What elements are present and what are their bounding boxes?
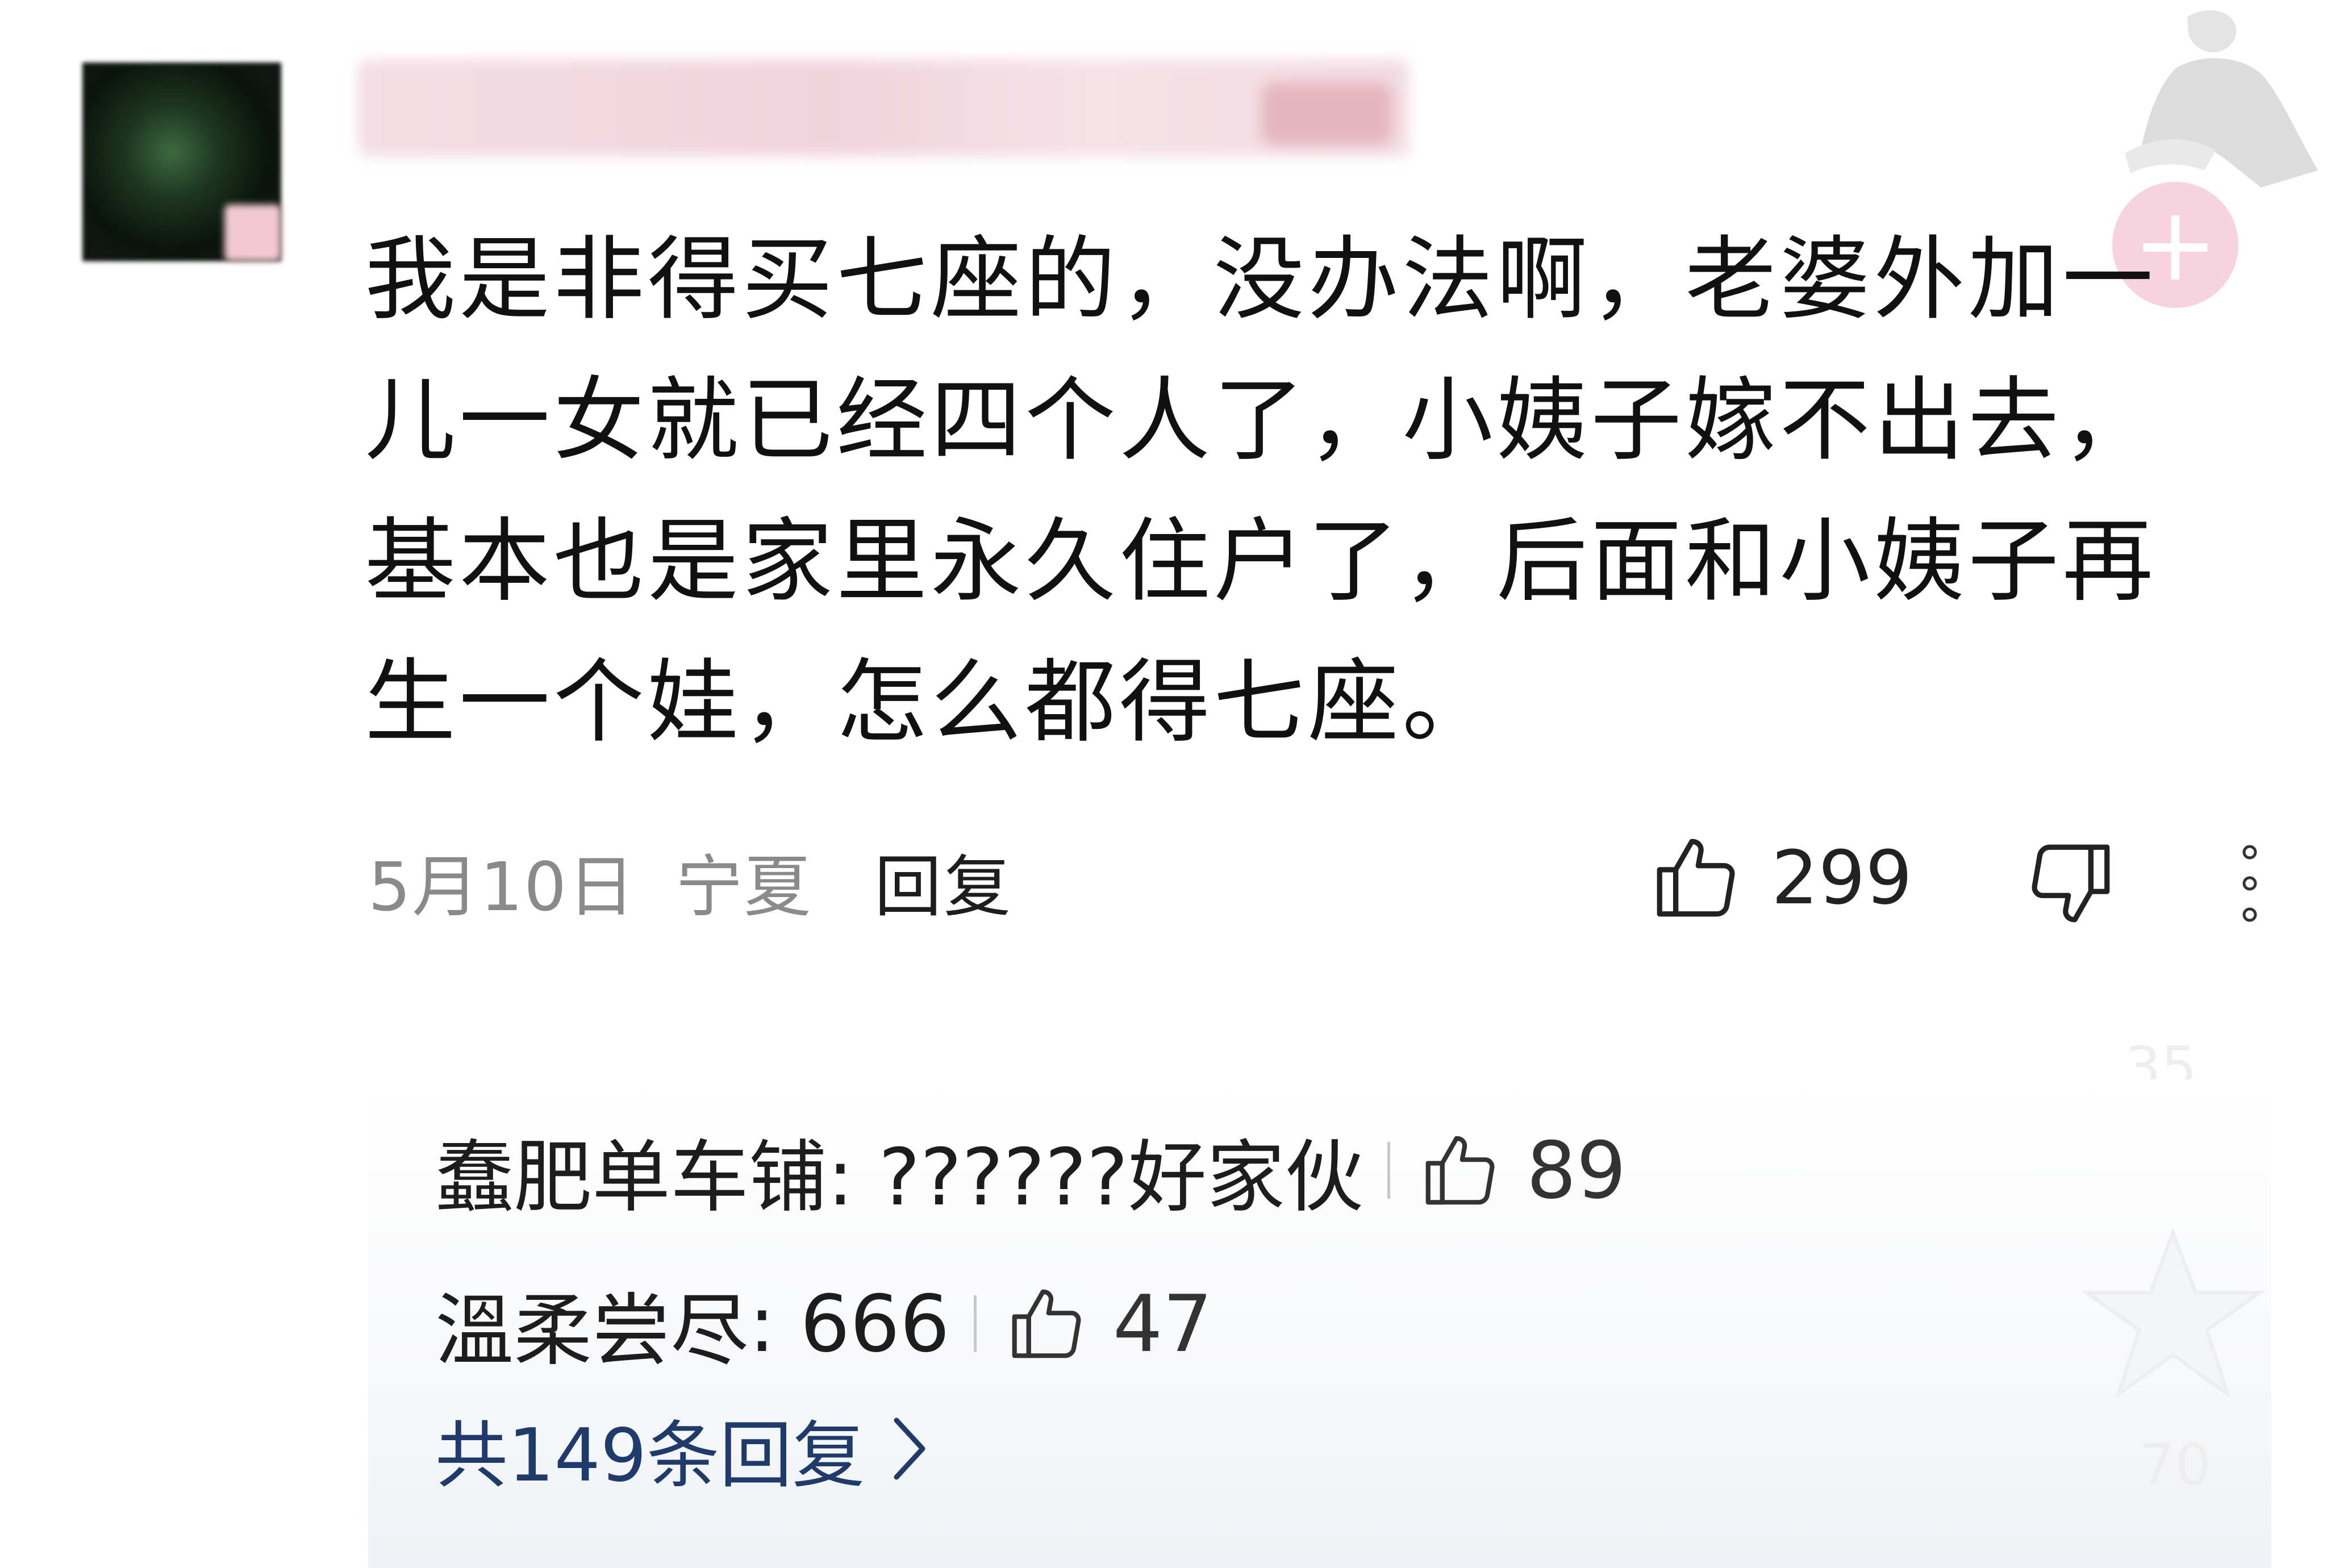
total-replies-label: 共149条回复	[435, 1413, 865, 1498]
replies-preview[interactable]: 蠢肥单车铺 : ??????好家伙 89 溫柔尝尽 : 666 47 共149条…	[368, 1079, 2271, 1568]
avatar-badge	[224, 205, 281, 261]
comment-text: 我是非得买七座的，没办法啊，老婆外加一儿一女就已经四个人了，小姨子嫁不出去，基本…	[365, 226, 2157, 755]
like-count: 299	[1771, 835, 1913, 921]
reply-item[interactable]: 溫柔尝尽 : 666 47	[435, 1267, 1212, 1381]
view-all-replies-link[interactable]: 共149条回复	[435, 1398, 929, 1500]
watermark-figure-icon	[2125, 10, 2318, 187]
reply-separator	[973, 1295, 977, 1352]
thumbs-up-icon	[1657, 839, 1735, 917]
comment-location: 宁夏	[675, 847, 812, 926]
chevron-right-icon	[894, 1417, 925, 1480]
reply-author[interactable]: 蠢肥单车铺	[435, 1114, 827, 1227]
reply-separator	[1387, 1142, 1390, 1199]
comment-meta: 5月10日 宁夏 回复	[368, 835, 1013, 926]
reply-author[interactable]: 溫柔尝尽	[435, 1267, 749, 1381]
reply-button[interactable]: 回复	[874, 832, 1013, 929]
star-watermark-icon	[2080, 1227, 2266, 1399]
reply-like-count: 89	[1526, 1124, 1627, 1216]
reply-item[interactable]: 蠢肥单车铺 : ??????好家伙 89	[435, 1114, 1626, 1227]
background-count-bottom: 70	[2139, 1432, 2212, 1498]
reply-text: : 666	[749, 1278, 950, 1370]
like-button[interactable]: 299	[1648, 829, 1912, 926]
thumbs-up-icon[interactable]	[1004, 1281, 1089, 1366]
reply-like-count: 47	[1112, 1278, 1213, 1370]
more-vertical-icon[interactable]	[2233, 841, 2267, 926]
reply-text: : ??????好家伙	[827, 1132, 1363, 1223]
user-level-badge	[1261, 82, 1392, 145]
thumbs-up-icon[interactable]	[1417, 1128, 1503, 1213]
username-redacted[interactable]	[358, 60, 1409, 156]
comment-page: + 我是非得买七座的，没办法啊，老婆外加一儿一女就已经四个人了，小姨子嫁不出去，…	[0, 0, 2327, 1568]
thumbs-down-icon[interactable]	[2022, 835, 2119, 932]
comment-date: 5月10日	[368, 847, 636, 926]
